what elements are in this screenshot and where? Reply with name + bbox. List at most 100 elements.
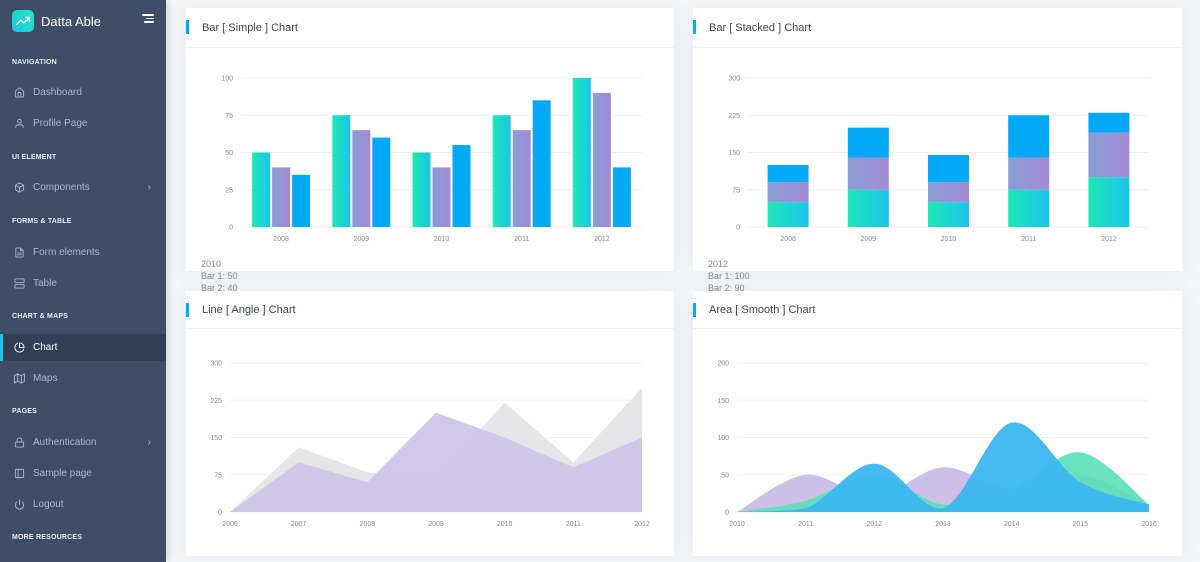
x-tick-label: 2015 [1073,521,1089,528]
bar[interactable] [432,167,451,227]
bar-segment[interactable] [1008,157,1050,190]
bar[interactable] [612,167,631,227]
x-tick-label: 2009 [354,236,370,243]
bar-segment[interactable] [928,202,969,227]
bar[interactable] [332,115,351,227]
x-tick-label: 2009 [428,521,444,528]
nav-caption: FORMS & TABLE [12,218,72,225]
map-icon [13,373,25,385]
nav-caption: NAVIGATION [12,59,57,66]
sidebar-item-form-elements[interactable]: Form elements [0,239,166,266]
sidebar-item-label: Maps [33,373,58,384]
y-tick-label: 300 [728,76,740,83]
bar[interactable] [352,130,371,227]
card-header: Bar [ Simple ] Chart [186,8,674,48]
x-tick-label: 2011 [514,236,529,243]
x-tick-label: 2012 [634,521,650,528]
bar-segment[interactable] [1088,177,1130,227]
sidebar-icon [13,468,25,480]
sidebar-item-logout[interactable]: Logout [0,491,166,518]
bar-segment[interactable] [928,154,969,183]
y-tick-label: 225 [210,398,222,405]
sidebar-item-profile-page[interactable]: Profile Page [0,110,166,137]
bar-segment[interactable] [767,164,809,183]
x-tick-label: 2006 [222,521,238,528]
bar-segment[interactable] [1008,189,1050,227]
bar-segment[interactable] [1088,132,1130,178]
bar[interactable] [372,137,391,227]
bar-segment[interactable] [1088,112,1130,133]
bar[interactable] [572,78,591,227]
sidebar-item-label: Sample page [33,468,92,479]
card-title: Bar [ Stacked ] Chart [709,21,812,34]
sidebar-item-chart[interactable]: Chart [0,334,166,361]
bar-stacked-chart[interactable]: 0 75 150 225 300 2008 2009 2010 2011 2012 [693,48,1182,263]
y-tick-label: 100 [717,435,729,442]
y-tick-label: 0 [725,510,729,517]
card-title: Bar [ Simple ] Chart [202,21,298,34]
y-tick-label: 50 [225,150,233,157]
y-tick-label: 0 [218,510,222,517]
y-tick-label: 300 [210,361,222,368]
nav-caption: PAGES [12,408,37,415]
sidebar-item-dashboard[interactable]: Dashboard [0,79,166,106]
sidebar-item-components[interactable]: Components › [0,174,166,201]
sidebar-item-maps[interactable]: Maps [0,365,166,392]
area-smooth-chart[interactable]: 0 50 100 150 200 2010 2011 2012 2013 2014 2015 2016 [693,329,1182,554]
hover-legend: 2012 Bar 1: 100 Bar 2: 90 [708,258,750,294]
y-tick-label: 0 [229,225,233,232]
y-tick-label: 200 [717,361,729,368]
x-tick-label: 2011 [798,521,813,528]
bar-segment[interactable] [847,189,889,227]
bar[interactable] [412,152,431,228]
sidebar-item-label: Profile Page [33,118,88,129]
line-angle-chart[interactable]: 0 75 150 225 300 2006 2007 2008 2009 2010 2011 2012 [186,329,674,554]
sidebar-item-authentication[interactable]: Authentication › [0,429,166,456]
power-icon [13,499,25,511]
x-tick-label: 2010 [497,521,513,528]
area-smooth-card: Area [ Smooth ] Chart 0 50 100 150 200 2010 20… [693,291,1182,556]
bar[interactable] [492,115,511,227]
bar-segment[interactable] [847,127,889,158]
x-tick-label: 2007 [291,521,307,528]
hover-legend-title: 2012 [708,259,729,269]
y-tick-label: 150 [717,398,729,405]
bar-segment[interactable] [767,202,809,227]
sidebar-item-table[interactable]: Table [0,270,166,297]
bar-segment[interactable] [767,182,809,203]
x-tick-label: 2012 [594,236,610,243]
bar-simple-chart[interactable]: 0 25 50 75 100 2008 2009 2010 2011 2012 [186,48,674,263]
x-tick-label: 2010 [729,521,745,528]
hover-legend-row: Bar 1: 50 [201,271,238,281]
bar[interactable] [452,145,471,227]
sidebar-item-label: Components [33,182,90,193]
card-title: Line [ Angle ] Chart [202,303,296,316]
nav-caption: MORE RESOURCES [12,534,83,541]
bar[interactable] [272,167,291,227]
y-tick-label: 150 [728,150,740,157]
card-header: Line [ Angle ] Chart [186,291,674,329]
bar[interactable] [292,174,311,227]
bar[interactable] [252,152,271,228]
box-icon [13,182,25,194]
menu-icon[interactable] [142,14,154,26]
bar[interactable] [592,92,611,228]
x-tick-label: 2008 [273,236,289,243]
card-title: Area [ Smooth ] Chart [709,303,816,316]
sidebar-item-label: Authentication [33,437,97,448]
nav-caption: CHART & MAPS [12,313,69,320]
card-header: Bar [ Stacked ] Chart [693,8,1182,48]
nav-caption: UI ELEMENT [12,154,57,161]
card-header: Area [ Smooth ] Chart [693,291,1182,329]
x-tick-label: 2012 [1101,236,1117,243]
bar-simple-card: Bar [ Simple ] Chart 0 25 50 75 100 2008 2009 2… [186,8,674,293]
bar[interactable] [532,100,551,227]
bar[interactable] [512,130,531,227]
chevron-right-icon: › [147,182,151,193]
hover-legend: 2010 Bar 1: 50 Bar 2: 40 [201,258,238,294]
bar-segment[interactable] [847,157,889,190]
server-icon [13,278,25,290]
sidebar-item-sample-page[interactable]: Sample page [0,460,166,487]
bar-segment[interactable] [928,182,969,203]
bar-segment[interactable] [1008,115,1050,158]
